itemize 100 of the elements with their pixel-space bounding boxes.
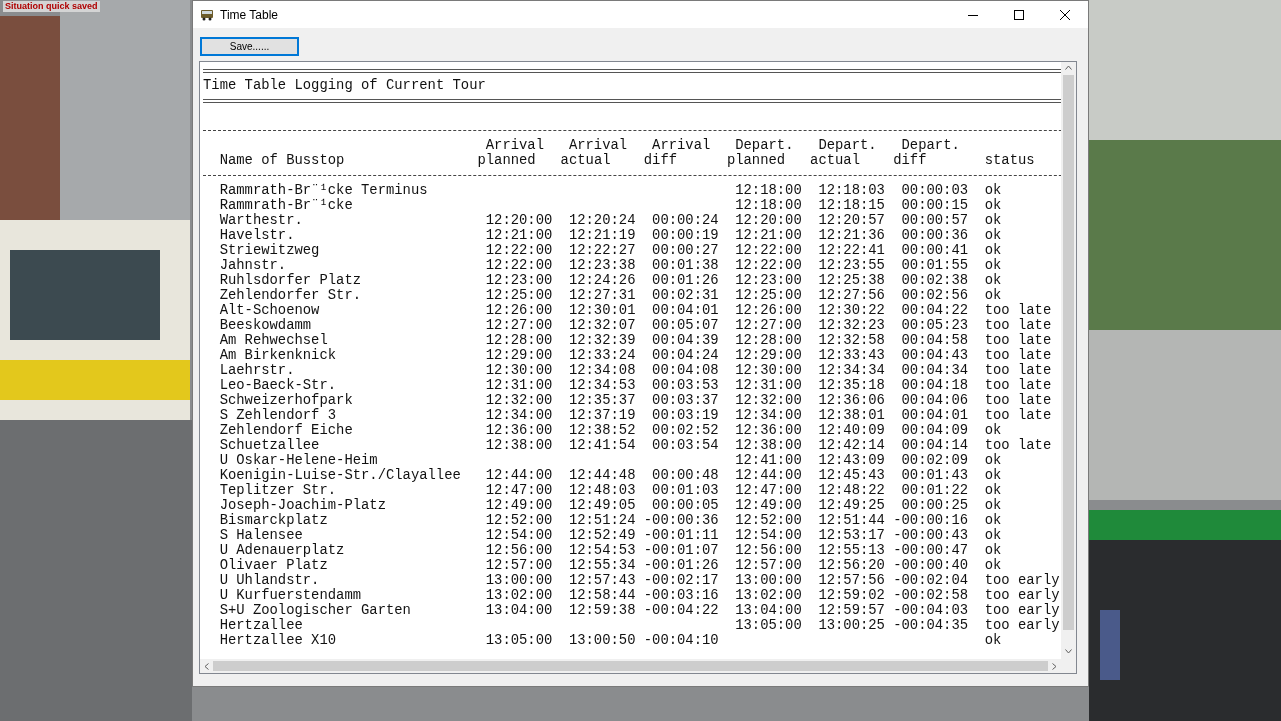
status-text: ok [984,557,1002,573]
time-value: -00:00:16 [893,512,969,528]
vertical-scrollbar[interactable] [1061,62,1076,659]
time-value: 12:32:23 [818,317,885,333]
time-value: 12:57:43 [568,572,636,588]
time-value: 00:04:22 [901,302,969,318]
time-value: 12:56:20 [818,557,885,573]
time-value: 12:18:03 [818,182,885,198]
time-value: 13:05:00 [735,617,802,633]
status-text: ok [984,287,1002,303]
time-value: 00:02:38 [901,272,969,288]
time-value: -00:01:11 [643,527,719,543]
time-value: 12:54:00 [485,527,553,543]
busstop-name: U Adenauerplatz [219,542,345,558]
time-value: -00:04:35 [893,617,969,633]
time-value: 12:32:58 [818,332,885,348]
busstop-name: Hertzallee [219,617,303,633]
time-value: 12:57:00 [735,557,802,573]
time-value: 00:04:01 [901,407,969,423]
time-value: 12:25:00 [485,287,553,303]
time-value: 13:00:00 [485,572,553,588]
time-value: 13:02:00 [485,587,553,603]
time-value: 12:35:18 [818,377,885,393]
time-value: 12:54:00 [735,527,802,543]
column-header: status [983,153,1036,168]
status-text: too early [984,602,1060,618]
busstop-name: Am Birkenknick [219,347,337,363]
time-value: 12:20:24 [568,212,636,228]
time-value: 12:52:49 [568,527,636,543]
time-value: 00:00:25 [901,497,969,513]
busstop-name: Schuetzallee [219,437,320,453]
busstop-name: Am Rehwechsel [219,332,328,348]
time-value: 12:25:00 [735,287,802,303]
time-value: -00:03:16 [643,587,719,603]
status-text: too late [984,347,1052,363]
time-value: 00:04:06 [901,392,969,408]
status-text: ok [984,242,1002,258]
maximize-icon [1014,9,1024,20]
scroll-up-icon[interactable] [1065,65,1072,70]
busstop-name: Schweizerhofpark [219,392,353,408]
busstop-name: Leo-Baeck-Str. [219,377,337,393]
time-value: 12:41:54 [568,437,636,453]
time-value: 12:52:00 [485,512,553,528]
time-value: 00:04:39 [652,332,719,348]
time-value: 12:49:00 [735,497,802,513]
time-value: 12:34:00 [485,407,553,423]
time-value: 12:33:24 [568,347,636,363]
time-value: 00:00:27 [652,242,719,258]
busstop-name: S Zehlendorf 3 [219,407,337,423]
close-icon [1060,9,1070,20]
time-value: 12:49:00 [485,497,553,513]
column-header: Depart. diff [892,138,961,168]
status-text: too late [984,377,1052,393]
status-text: ok [984,527,1002,543]
time-value: 00:01:38 [652,257,719,273]
busstop-name: Rammrath-Br¨¹cke Terminus [219,182,428,198]
time-value: 00:01:43 [901,467,969,483]
time-value: 12:29:00 [735,347,802,363]
time-value: 00:02:56 [901,287,969,303]
time-value: 12:44:48 [568,467,636,483]
scroll-right-icon[interactable] [1052,663,1057,670]
time-value: 12:47:00 [485,482,553,498]
status-text: too late [984,302,1052,318]
busstop-name: S Halensee [219,527,303,543]
time-value: 12:35:37 [568,392,636,408]
status-text: ok [984,542,1002,558]
time-value: 12:44:00 [735,467,802,483]
time-value: 00:04:01 [652,302,719,318]
time-value: 12:31:00 [735,377,802,393]
scroll-left-icon[interactable] [204,663,209,670]
scrollbar-thumb[interactable] [213,661,1048,671]
time-value: 12:47:00 [735,482,802,498]
busstop-name: Beeskowdamm [219,317,312,333]
save-button[interactable]: Save...... [200,37,299,57]
busstop-name: Zehlendorf Eiche [219,422,353,438]
column-header: Depart. planned [725,138,795,168]
busstop-name: Zehlendorfer Str. [219,287,361,303]
time-value: 12:36:00 [485,422,553,438]
scroll-down-icon[interactable] [1065,649,1072,654]
time-value: 00:04:18 [901,377,969,393]
time-value: -00:04:10 [643,632,719,648]
horizontal-scrollbar[interactable] [200,659,1061,673]
time-value: 12:56:00 [485,542,553,558]
time-value: 00:00:19 [652,227,719,243]
time-value: 13:00:50 [568,632,636,648]
time-value: -00:04:22 [643,602,719,618]
log-title: Time Table Logging of Current Tour [203,78,487,93]
busstop-name: Striewitzweg [219,242,320,258]
busstop-name: Teplitzer Str. [219,482,337,498]
time-value: 12:32:07 [568,317,636,333]
column-header: Arrival actual [559,138,629,168]
status-text: ok [984,452,1002,468]
busstop-name: U Uhlandstr. [219,572,320,588]
status-text: too late [984,392,1052,408]
busstop-name: Hertzallee X10 [219,632,337,648]
busstop-name: Ruhlsdorfer Platz [219,272,361,288]
time-value: 12:22:00 [485,242,553,258]
scrollbar-thumb[interactable] [1063,75,1074,630]
status-text: ok [984,482,1002,498]
time-value: 12:58:44 [568,587,636,603]
